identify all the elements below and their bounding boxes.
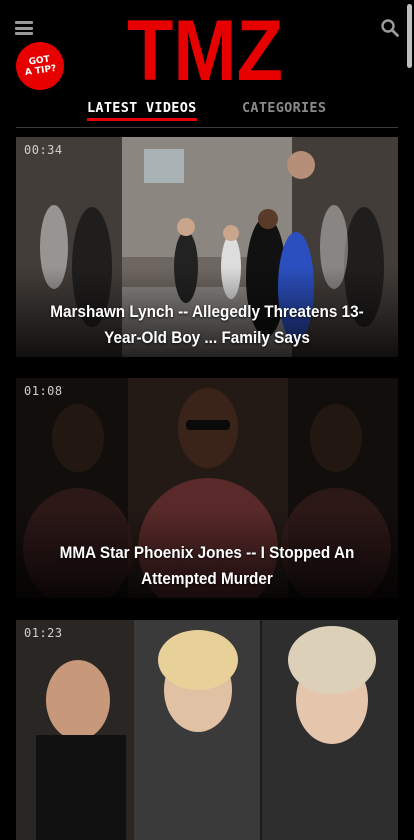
video-card[interactable]: 01:23 <box>16 620 398 840</box>
video-card[interactable]: 01:08 MMA Star Phoenix Jones -- I Stoppe… <box>16 378 398 598</box>
video-duration: 01:08 <box>24 384 63 398</box>
hamburger-menu-icon[interactable] <box>15 21 33 35</box>
logo-text: TMZ <box>127 8 283 88</box>
search-icon[interactable] <box>380 18 400 38</box>
tab-latest-videos[interactable]: LATEST VIDEOS <box>87 100 197 121</box>
tab-categories[interactable]: CATEGORIES <box>242 100 326 116</box>
video-card[interactable]: 00:34 Marshawn Lynch -- Allegedly Threat… <box>16 137 398 357</box>
tmz-logo[interactable]: TMZ <box>125 8 285 88</box>
got-a-tip-button[interactable]: GOT A TIP? <box>12 38 68 94</box>
tabs-divider <box>16 127 398 128</box>
page-scrollbar[interactable] <box>407 4 412 68</box>
video-title: Marshawn Lynch -- Allegedly Threatens 13… <box>50 302 364 347</box>
video-title: MMA Star Phoenix Jones -- I Stopped An A… <box>59 543 355 588</box>
video-duration: 00:34 <box>24 143 63 157</box>
video-duration: 01:23 <box>24 626 63 640</box>
video-tabs: LATEST VIDEOS CATEGORIES <box>0 96 414 126</box>
video-thumbnail <box>16 620 398 840</box>
